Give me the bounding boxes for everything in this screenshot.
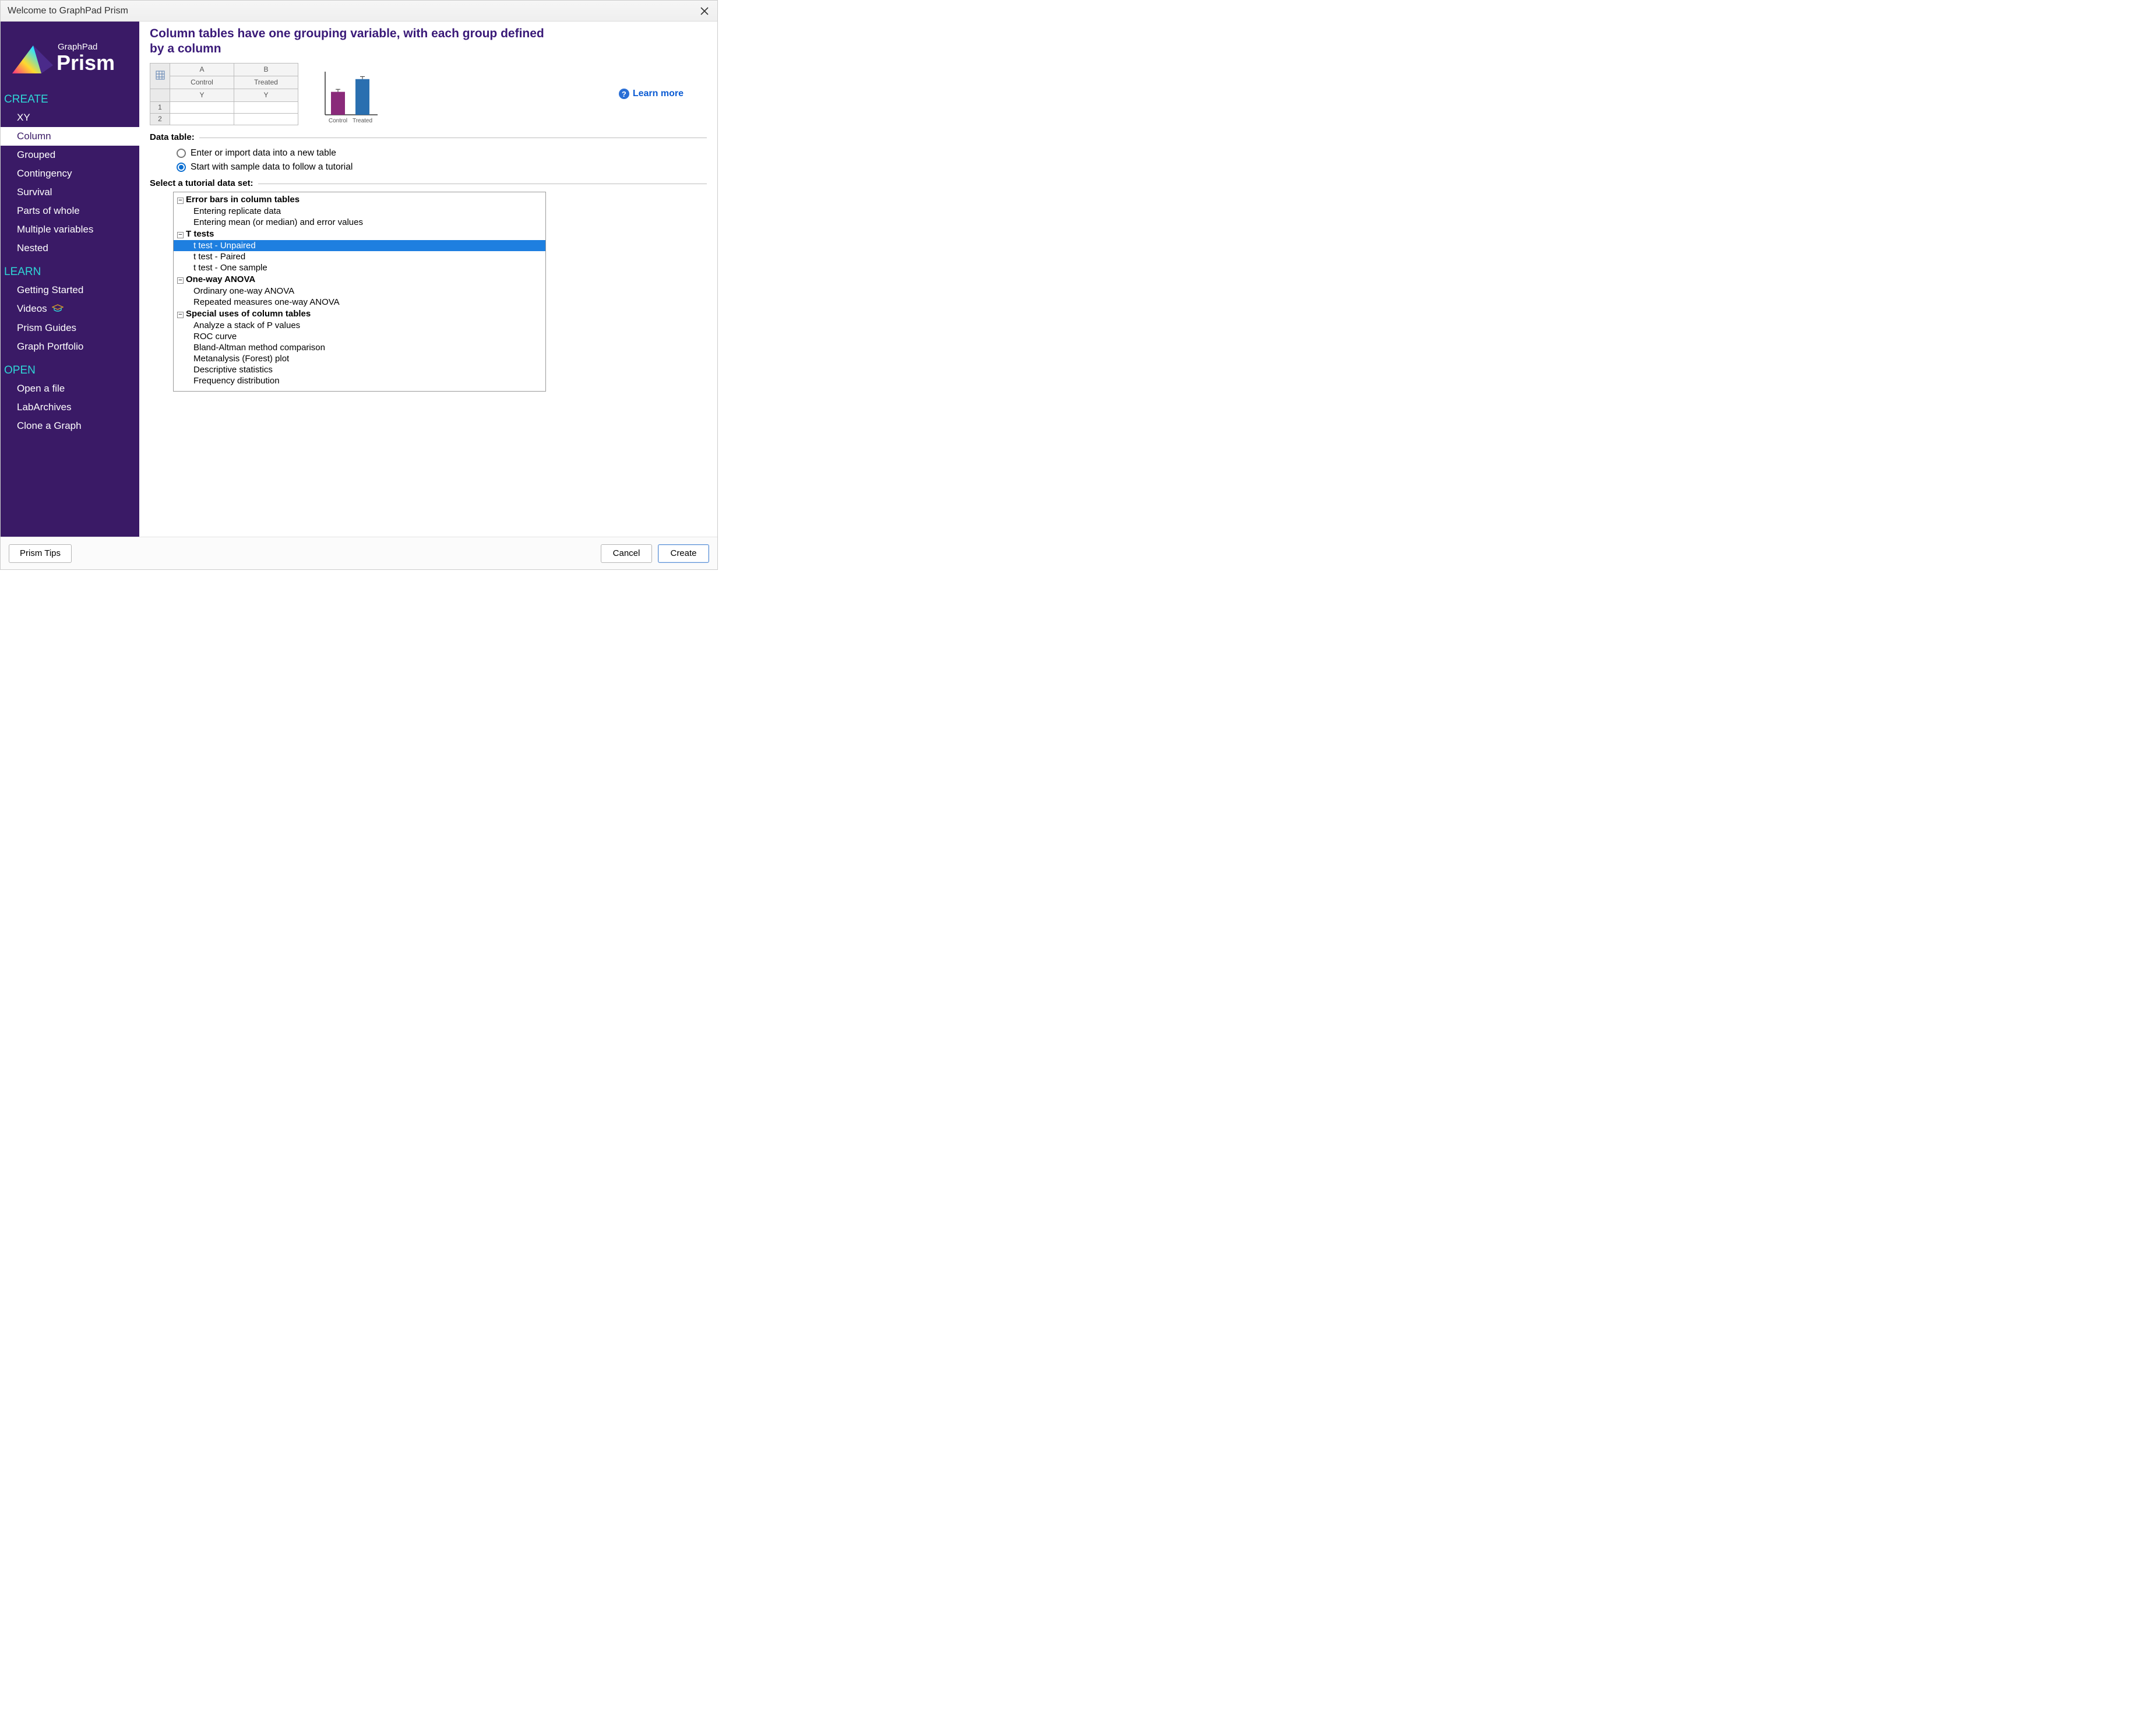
tree-item[interactable]: ROC curve <box>174 331 545 342</box>
tree-item[interactable]: Analyze a stack of P values <box>174 320 545 331</box>
nav: CREATEXYColumnGroupedContingencySurvival… <box>1 85 139 435</box>
data-table-radio-group: Enter or import data into a new table St… <box>177 148 707 172</box>
footer: Prism Tips Cancel Create <box>1 537 717 569</box>
sidebar-item-open-a-file[interactable]: Open a file <box>1 379 139 398</box>
tree-item[interactable]: Ordinary one-way ANOVA <box>174 286 545 297</box>
radio-label: Start with sample data to follow a tutor… <box>191 162 353 172</box>
sidebar-item-clone-a-graph[interactable]: Clone a Graph <box>1 417 139 435</box>
tree-group-header[interactable]: −T tests <box>174 228 545 240</box>
sidebar-item-getting-started[interactable]: Getting Started <box>1 281 139 300</box>
graduation-cap-icon <box>52 304 64 315</box>
tree-item[interactable]: t test - Unpaired <box>174 240 545 251</box>
close-icon[interactable] <box>696 3 713 19</box>
tree-item[interactable]: Entering mean (or median) and error valu… <box>174 217 545 228</box>
tree-item[interactable]: Repeated measures one-way ANOVA <box>174 297 545 308</box>
page-title: Column tables have one grouping variable… <box>150 26 546 57</box>
tutorial-tree[interactable]: −Error bars in column tablesEntering rep… <box>173 192 546 392</box>
logo-brand-small: GraphPad <box>58 43 115 51</box>
titlebar: Welcome to GraphPad Prism <box>1 1 717 22</box>
main-panel: Column tables have one grouping variable… <box>139 22 717 537</box>
radio-new-table[interactable]: Enter or import data into a new table <box>177 148 707 158</box>
collapse-icon: − <box>177 198 184 204</box>
prism-tips-button[interactable]: Prism Tips <box>9 544 72 563</box>
sidebar-item-column[interactable]: Column <box>1 127 139 146</box>
learn-more-label: Learn more <box>633 89 684 99</box>
svg-text:Control: Control <box>329 118 347 124</box>
sidebar: GraphPad Prism CREATEXYColumnGroupedCont… <box>1 22 139 537</box>
prism-logo-icon <box>10 43 52 73</box>
learn-more-link[interactable]: ? Learn more <box>619 89 684 99</box>
sidebar-section-title: LEARN <box>1 258 139 281</box>
svg-text:Treated: Treated <box>353 118 372 124</box>
radio-sample-data[interactable]: Start with sample data to follow a tutor… <box>177 162 707 172</box>
radio-icon <box>177 149 186 158</box>
sidebar-item-grouped[interactable]: Grouped <box>1 146 139 164</box>
sidebar-item-graph-portfolio[interactable]: Graph Portfolio <box>1 337 139 356</box>
tree-item[interactable]: Entering replicate data <box>174 206 545 217</box>
body: GraphPad Prism CREATEXYColumnGroupedCont… <box>1 22 717 537</box>
tree-group-header[interactable]: −One-way ANOVA <box>174 273 545 286</box>
sidebar-item-xy[interactable]: XY <box>1 108 139 127</box>
tree-item[interactable]: Frequency distribution <box>174 375 545 386</box>
cancel-button[interactable]: Cancel <box>601 544 652 563</box>
tree-item[interactable]: Descriptive statistics <box>174 364 545 375</box>
welcome-window: Welcome to GraphPad Prism <box>0 0 718 570</box>
tree-item[interactable]: Bland-Altman method comparison <box>174 342 545 353</box>
sidebar-section-title: OPEN <box>1 356 139 379</box>
tree-item[interactable]: t test - One sample <box>174 262 545 273</box>
logo: GraphPad Prism <box>1 26 139 85</box>
help-icon: ? <box>619 89 629 99</box>
radio-icon <box>177 163 186 172</box>
select-tutorial-label: Select a tutorial data set: <box>150 178 707 188</box>
collapse-icon: − <box>177 312 184 318</box>
sidebar-item-nested[interactable]: Nested <box>1 239 139 258</box>
data-table-label: Data table: <box>150 132 707 142</box>
collapse-icon: − <box>177 277 184 284</box>
sidebar-item-prism-guides[interactable]: Prism Guides <box>1 319 139 337</box>
tree-item[interactable]: Metanalysis (Forest) plot <box>174 353 545 364</box>
window-title: Welcome to GraphPad Prism <box>8 6 128 16</box>
sidebar-item-videos[interactable]: Videos <box>1 300 139 319</box>
sidebar-item-contingency[interactable]: Contingency <box>1 164 139 183</box>
create-button[interactable]: Create <box>658 544 709 563</box>
sidebar-item-multiple-variables[interactable]: Multiple variables <box>1 220 139 239</box>
tree-group-header[interactable]: −Special uses of column tables <box>174 308 545 320</box>
logo-brand-big: Prism <box>57 52 115 73</box>
radio-label: Enter or import data into a new table <box>191 148 336 158</box>
sample-chart: Control Treated <box>316 67 380 125</box>
illustration-row: AB ControlTreated YY 1 2 ControlTreated … <box>150 63 707 125</box>
tree-item[interactable]: t test - Paired <box>174 251 545 262</box>
collapse-icon: − <box>177 232 184 238</box>
table-icon <box>156 71 165 80</box>
sidebar-section-title: CREATE <box>1 85 139 108</box>
sample-table-icon: AB ControlTreated YY 1 2 <box>150 63 298 125</box>
sidebar-item-parts-of-whole[interactable]: Parts of whole <box>1 202 139 220</box>
sidebar-item-labarchives[interactable]: LabArchives <box>1 398 139 417</box>
tree-group-header[interactable]: −Error bars in column tables <box>174 193 545 206</box>
sidebar-item-survival[interactable]: Survival <box>1 183 139 202</box>
